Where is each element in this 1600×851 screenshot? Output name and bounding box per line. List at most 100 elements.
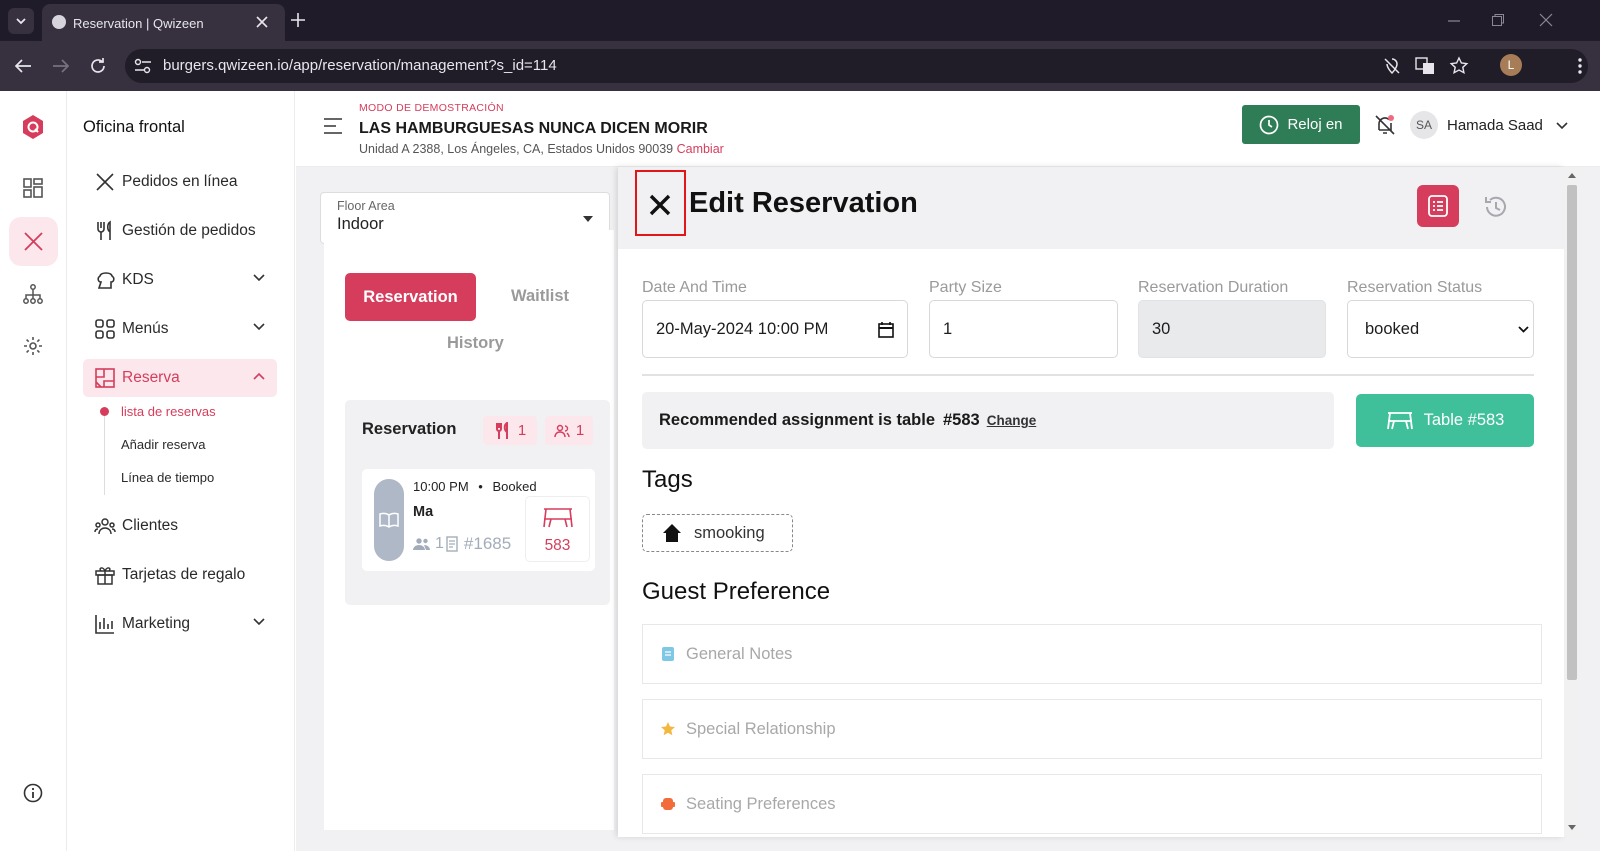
scroll-down-icon[interactable]: [1568, 825, 1576, 830]
dashboard-icon[interactable]: [23, 178, 43, 198]
users-icon: [94, 518, 116, 535]
sidebar-item-marketing[interactable]: Marketing: [83, 605, 277, 643]
duration-input: 30: [1138, 300, 1326, 358]
panel-title: Edit Reservation: [689, 187, 918, 219]
tab-reservation[interactable]: Reservation: [345, 273, 476, 321]
home-icon: [663, 524, 681, 542]
subitem-reservation-list[interactable]: lista de reservas: [121, 404, 216, 419]
general-notes-row[interactable]: General Notes: [642, 624, 1542, 684]
address-bar[interactable]: burgers.qwizeen.io/app/reservation/manag…: [125, 49, 1588, 83]
tab-title: Reservation | Qwizeen: [73, 16, 204, 31]
sidebar-section-title: Oficina frontal: [83, 118, 185, 136]
site-settings-icon[interactable]: [134, 58, 152, 74]
sidebar-item-online-orders[interactable]: Pedidos en línea: [83, 163, 277, 201]
reload-icon[interactable]: [89, 57, 107, 75]
browser-menu-icon[interactable]: [1577, 57, 1583, 75]
submenu-line: [104, 407, 105, 495]
chevron-down-icon: [253, 323, 265, 331]
clock-icon: [1260, 115, 1279, 134]
demo-mode-label: MODO DE DEMOSTRACIÓN: [359, 102, 504, 114]
seat-icon: [661, 798, 675, 810]
tab-waitlist[interactable]: Waitlist: [511, 287, 569, 306]
sidebar-item-order-management[interactable]: Gestión de pedidos: [83, 212, 277, 250]
users-icon: [413, 538, 430, 550]
floorplan-icon: [95, 368, 115, 388]
active-dot: [100, 407, 109, 416]
sidebar-item-gift-cards[interactable]: Tarjetas de regalo: [83, 556, 277, 594]
change-table-link[interactable]: Change: [987, 413, 1037, 428]
fork-knife-icon: [24, 232, 43, 251]
chevron-down-icon[interactable]: [1556, 122, 1568, 130]
guest-count: 1: [575, 422, 585, 439]
info-icon[interactable]: [23, 783, 43, 803]
user-name[interactable]: Hamada Saad: [1447, 117, 1543, 134]
browser-tab[interactable]: Reservation | Qwizeen: [42, 4, 285, 41]
back-icon[interactable]: [14, 58, 32, 74]
rail-front-office-active[interactable]: [9, 217, 58, 266]
sidebar-item-label: Gestión de pedidos: [122, 222, 256, 239]
assign-table-button[interactable]: Table #583: [1356, 394, 1534, 447]
restaurant-name: LAS HAMBURGUESAS NUNCA DICEN MORIR: [359, 120, 708, 137]
sidebar-item-label: KDS: [122, 271, 154, 288]
close-tab-icon[interactable]: [255, 15, 269, 29]
reservation-group: Reservation 1 1 10:00 PM • Booked Ma 1 #: [345, 400, 610, 605]
bookmark-star-icon[interactable]: [1449, 56, 1469, 76]
minimize-icon[interactable]: [1447, 14, 1461, 28]
reservation-card[interactable]: 10:00 PM • Booked Ma 1 #1685 583: [362, 469, 595, 571]
clock-in-label: Reloj en: [1287, 116, 1343, 133]
hamburger-menu-icon[interactable]: [323, 118, 343, 134]
change-location-link[interactable]: Cambiar: [677, 142, 724, 156]
panel-scrollbar[interactable]: [1564, 167, 1580, 837]
close-window-icon[interactable]: [1539, 13, 1553, 27]
tab-history[interactable]: History: [447, 334, 504, 353]
profile-avatar[interactable]: L: [1500, 54, 1522, 76]
sidebar-item-label: Menús: [122, 320, 169, 337]
hierarchy-icon[interactable]: [23, 284, 43, 304]
date-time-input[interactable]: 20-May-2024 10:00 PM: [642, 300, 908, 358]
tracking-protection-icon[interactable]: [1382, 56, 1402, 76]
restore-icon[interactable]: [1491, 13, 1505, 27]
chevron-down-icon: [253, 274, 265, 282]
user-avatar[interactable]: SA: [1410, 111, 1438, 139]
scrollbar-thumb[interactable]: [1567, 185, 1577, 680]
forward-icon[interactable]: [52, 58, 70, 74]
browser-toolbar: burgers.qwizeen.io/app/reservation/manag…: [0, 41, 1600, 91]
close-button[interactable]: [635, 170, 686, 236]
gift-icon: [95, 567, 115, 585]
sidebar-item-label: Tarjetas de regalo: [122, 566, 246, 583]
status-select[interactable]: booked: [1347, 300, 1534, 358]
close-icon: [649, 194, 671, 216]
history-icon[interactable]: [1483, 194, 1509, 220]
seating-preferences-label: Seating Preferences: [686, 794, 836, 813]
details-view-button[interactable]: [1417, 185, 1459, 227]
tag-chip[interactable]: smooking: [642, 514, 793, 552]
special-relationship-row[interactable]: Special Relationship: [642, 699, 1542, 759]
sidebar-item-menus[interactable]: Menús: [83, 310, 277, 348]
sidebar-item-kds[interactable]: KDS: [83, 261, 277, 299]
sidebar-item-reservation[interactable]: Reserva: [83, 359, 277, 397]
tab-search-button[interactable]: [8, 8, 34, 34]
chevron-up-icon: [253, 372, 265, 380]
clock-in-button[interactable]: Reloj en: [1242, 105, 1360, 144]
settings-gear-icon[interactable]: [23, 336, 43, 356]
translate-icon[interactable]: [1415, 56, 1435, 76]
new-tab-icon[interactable]: [290, 12, 306, 28]
sidebar-item-customers[interactable]: Clientes: [83, 507, 277, 545]
scroll-up-icon[interactable]: [1568, 173, 1576, 178]
receipt-icon: [446, 536, 458, 552]
subitem-add-reservation[interactable]: Añadir reserva: [121, 437, 206, 452]
tag-label: smooking: [694, 523, 765, 542]
assign-table-label: Table #583: [1423, 411, 1505, 429]
note-icon: [662, 647, 674, 661]
notifications-off-icon[interactable]: [1374, 114, 1396, 136]
qwizeen-logo-icon[interactable]: [21, 114, 45, 140]
subitem-timeline[interactable]: Línea de tiempo: [121, 470, 214, 485]
restaurant-address-line: Unidad A 2388, Los Ángeles, CA, Estados …: [359, 142, 724, 156]
card-time-status: 10:00 PM • Booked: [413, 479, 537, 494]
restaurant-address: Unidad A 2388, Los Ángeles, CA, Estados …: [359, 142, 674, 156]
guest-count-badge: 1: [545, 416, 593, 445]
calendar-icon[interactable]: [878, 322, 894, 338]
seating-preferences-row[interactable]: Seating Preferences: [642, 774, 1542, 834]
party-size-input[interactable]: 1: [929, 300, 1118, 358]
fork-knife-icon: [96, 173, 114, 191]
